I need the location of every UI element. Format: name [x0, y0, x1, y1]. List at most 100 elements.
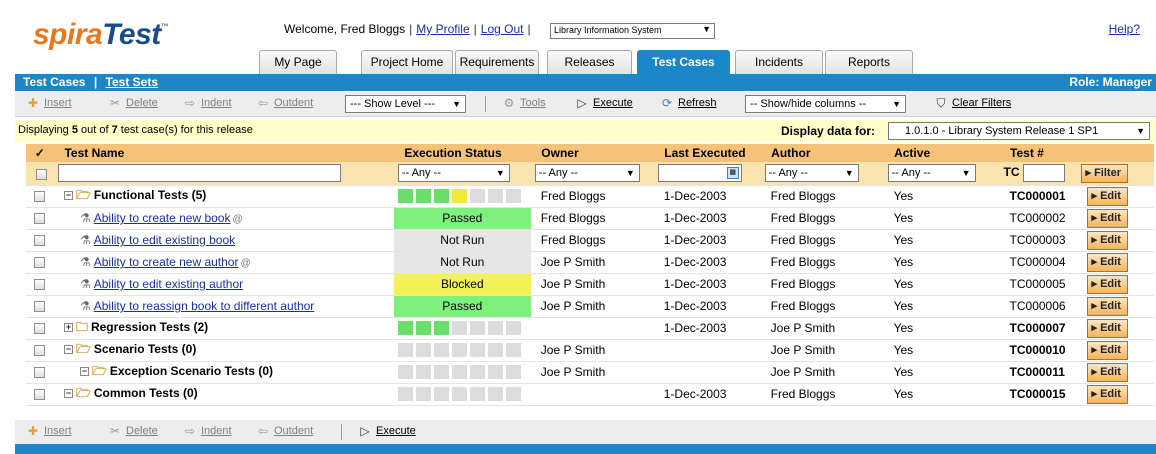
- row-checkbox[interactable]: [34, 191, 46, 203]
- filter-button[interactable]: ▸ Filter: [1080, 163, 1128, 183]
- expand-icon[interactable]: +: [63, 322, 73, 332]
- refresh-button[interactable]: ⟳ Refresh: [660, 97, 717, 109]
- tab-requirements[interactable]: Requirements: [455, 50, 539, 74]
- test-case-link[interactable]: Ability to edit existing author: [94, 277, 243, 291]
- my-profile-link[interactable]: My Profile: [416, 22, 469, 36]
- calendar-icon[interactable]: ▦: [726, 167, 739, 180]
- folder-name[interactable]: Scenario Tests (0): [94, 342, 196, 356]
- insert-button[interactable]: ✚ Insert: [26, 97, 72, 109]
- test-number-filter-input[interactable]: [1022, 164, 1065, 183]
- edit-button[interactable]: ▸ Edit: [1086, 318, 1128, 338]
- execute-button[interactable]: ▷ Execute: [575, 97, 632, 109]
- folder-name[interactable]: Common Tests (0): [94, 386, 198, 400]
- collapse-icon[interactable]: −: [63, 344, 73, 354]
- tab-project-home[interactable]: Project Home: [361, 50, 453, 74]
- bottom-indent-button[interactable]: ⇨ Indent: [183, 425, 232, 437]
- test-case-row[interactable]: ⚗ Ability to reassign book to different a…: [26, 295, 1154, 318]
- tab-my-page[interactable]: My Page: [259, 50, 337, 74]
- show-level-select[interactable]: --- Show Level --- ▼: [345, 95, 466, 113]
- test-name-filter-input[interactable]: [57, 164, 341, 183]
- folder-row[interactable]: − 🗁 Exception Scenario Tests (0) Joe P Smit…: [26, 361, 1154, 384]
- column-header-test-number[interactable]: Test #: [999, 144, 1077, 162]
- edit-button[interactable]: ▸ Edit: [1086, 252, 1128, 272]
- test-case-icon: ⚗: [79, 277, 91, 291]
- column-header-execution-status[interactable]: Execution Status: [393, 144, 532, 162]
- tab-test-cases[interactable]: Test Cases: [637, 50, 730, 74]
- execution-status-filter[interactable]: -- Any -- ▼: [397, 164, 510, 183]
- spiratest-logo[interactable]: spiraTest™: [33, 18, 169, 52]
- header: spiraTest™ Welcome, Fred Bloggs | My Profi…: [0, 0, 1156, 74]
- test-case-link[interactable]: Ability to reassign book to different au…: [94, 299, 315, 313]
- status-segment: [397, 321, 413, 335]
- folder-name[interactable]: Regression Tests (2): [91, 320, 208, 334]
- row-checkbox[interactable]: [34, 279, 46, 291]
- tools-button[interactable]: ⚙ Tools: [502, 97, 546, 109]
- log-out-link[interactable]: Log Out: [481, 22, 524, 36]
- show-hide-columns-select[interactable]: -- Show/hide columns -- ▼: [745, 95, 906, 113]
- edit-button[interactable]: ▸ Edit: [1086, 340, 1128, 360]
- project-select[interactable]: Library Information System ▼: [550, 23, 715, 39]
- select-all-checkmark[interactable]: ✓: [26, 144, 55, 162]
- column-header-last-executed[interactable]: Last Executed: [653, 144, 762, 162]
- collapse-icon[interactable]: −: [63, 190, 73, 200]
- outdent-button[interactable]: ⇦ Outdent: [256, 97, 313, 109]
- folder-name[interactable]: Exception Scenario Tests (0): [110, 364, 273, 378]
- row-checkbox[interactable]: [34, 235, 46, 247]
- collapse-icon[interactable]: −: [79, 366, 89, 376]
- row-checkbox[interactable]: [34, 389, 46, 401]
- edit-button[interactable]: ▸ Edit: [1086, 296, 1128, 316]
- edit-button[interactable]: ▸ Edit: [1086, 208, 1128, 228]
- folder-row[interactable]: + 🗀 Regression Tests (2) 1-Dec-2003 Joe P Sm…: [26, 317, 1154, 340]
- active-filter[interactable]: -- Any -- ▼: [887, 164, 976, 183]
- filter-row-checkbox[interactable]: [36, 168, 48, 180]
- last-executed-filter[interactable]: ▦: [657, 164, 742, 183]
- row-checkbox[interactable]: [34, 257, 46, 269]
- folder-row[interactable]: − 🗁 Scenario Tests (0) Joe P Smith Joe P Smi…: [26, 339, 1154, 362]
- column-header-owner[interactable]: Owner: [530, 144, 655, 162]
- release-select[interactable]: 1.0.1.0 - Library System Release 1 SP1 ▼: [888, 122, 1150, 140]
- row-checkbox[interactable]: [34, 323, 46, 335]
- test-case-row[interactable]: ⚗ Ability to create new book @ Passed Fred B…: [26, 207, 1154, 230]
- edit-button[interactable]: ▸ Edit: [1086, 384, 1128, 404]
- bottom-execute-button[interactable]: ▷ Execute: [358, 425, 415, 437]
- edit-button[interactable]: ▸ Edit: [1086, 274, 1128, 294]
- folder-row[interactable]: − 🗁 Common Tests (0) 1-Dec-2003 Fred Bloggs Y…: [26, 383, 1154, 406]
- edit-button[interactable]: ▸ Edit: [1086, 362, 1128, 382]
- test-case-row[interactable]: ⚗ Ability to create new author @ Not Run Joe…: [26, 251, 1154, 274]
- author-filter[interactable]: -- Any -- ▼: [764, 164, 859, 183]
- column-header-test-name[interactable]: Test Name: [53, 144, 395, 162]
- chevron-down-icon: ▼: [892, 99, 901, 109]
- tab-reports[interactable]: Reports: [825, 50, 913, 74]
- project-select-value: Library Information System: [554, 25, 662, 35]
- row-checkbox[interactable]: [34, 367, 46, 379]
- help-link[interactable]: Help?: [1109, 22, 1140, 36]
- test-sets-link[interactable]: Test Sets: [106, 75, 158, 89]
- folder-name[interactable]: Functional Tests (5): [94, 188, 206, 202]
- column-header-author[interactable]: Author: [760, 144, 885, 162]
- owner-filter[interactable]: -- Any -- ▼: [534, 164, 640, 183]
- indent-button[interactable]: ⇨ Indent: [183, 97, 232, 109]
- delete-button[interactable]: ✂ Delete: [108, 97, 158, 109]
- folder-row[interactable]: − 🗁 Functional Tests (5) Fred Bloggs 1-Dec-2…: [26, 185, 1154, 208]
- clear-filters-button[interactable]: ⛉ Clear Filters: [934, 97, 1011, 109]
- footer-bar: [15, 444, 1156, 454]
- bottom-delete-button[interactable]: ✂ Delete: [108, 425, 158, 437]
- row-checkbox[interactable]: [34, 345, 46, 357]
- tab-incidents[interactable]: Incidents: [735, 50, 823, 74]
- row-checkbox[interactable]: [34, 301, 46, 313]
- test-case-link[interactable]: Ability to create new author: [94, 255, 239, 269]
- column-header-active[interactable]: Active: [883, 144, 1001, 162]
- row-checkbox[interactable]: [34, 213, 46, 225]
- test-cases-link[interactable]: Test Cases: [23, 75, 85, 89]
- test-case-link[interactable]: Ability to create new book: [94, 211, 231, 225]
- test-case-link[interactable]: Ability to edit existing book: [94, 233, 235, 247]
- edit-button[interactable]: ▸ Edit: [1086, 186, 1128, 206]
- author-cell: Fred Bloggs: [760, 207, 884, 230]
- bottom-insert-button[interactable]: ✚ Insert: [26, 425, 72, 437]
- bottom-outdent-button[interactable]: ⇦ Outdent: [256, 425, 313, 437]
- test-case-row[interactable]: ⚗ Ability to edit existing book Not Run Fre…: [26, 229, 1154, 252]
- collapse-icon[interactable]: −: [63, 388, 73, 398]
- test-case-row[interactable]: ⚗ Ability to edit existing author Blocked J…: [26, 273, 1154, 296]
- edit-button[interactable]: ▸ Edit: [1086, 230, 1128, 250]
- tab-releases[interactable]: Releases: [547, 50, 632, 74]
